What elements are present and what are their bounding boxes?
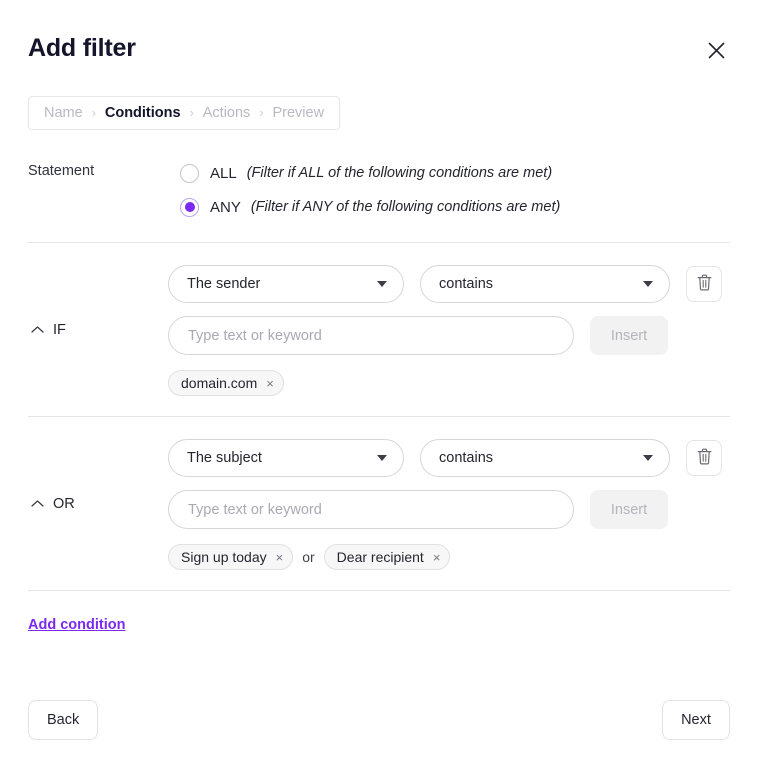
condition-operator-value: contains bbox=[439, 450, 494, 466]
tag-item[interactable]: domain.com × bbox=[168, 370, 284, 396]
breadcrumb: Name › Conditions › Actions › Preview bbox=[28, 96, 341, 130]
condition-operator-select[interactable]: contains bbox=[420, 265, 670, 303]
statement-option-all-label: ALL bbox=[210, 164, 237, 182]
tag-remove-icon[interactable]: × bbox=[276, 551, 284, 564]
condition-value-row: Insert bbox=[168, 490, 730, 529]
condition-tag-list: domain.com × bbox=[168, 370, 730, 396]
breadcrumb-separator: › bbox=[189, 106, 194, 120]
condition-operator-value: contains bbox=[439, 276, 494, 292]
insert-button[interactable]: Insert bbox=[590, 490, 668, 529]
chevron-up-icon[interactable] bbox=[30, 497, 44, 511]
condition-content: The sender contains Type text or keyword… bbox=[168, 265, 730, 396]
statement-label: Statement bbox=[28, 163, 95, 179]
statement-option-any-hint: (Filter if ANY of the following conditio… bbox=[250, 199, 561, 215]
chevron-down-icon bbox=[643, 455, 653, 461]
condition-value-input[interactable] bbox=[168, 490, 574, 529]
condition-keyword-group: OR bbox=[30, 417, 75, 590]
breadcrumb-step-conditions[interactable]: Conditions bbox=[105, 105, 181, 121]
tag-item[interactable]: Dear recipient × bbox=[323, 544, 451, 570]
back-button[interactable]: Back bbox=[28, 700, 99, 740]
page-title: Add filter bbox=[28, 34, 136, 62]
chevron-down-icon bbox=[643, 281, 653, 287]
tag-label: domain.com bbox=[181, 375, 258, 391]
condition-tag-list: Sign up today × or Dear recipient × bbox=[168, 544, 730, 570]
condition-field-select[interactable]: The sender bbox=[168, 265, 404, 303]
breadcrumb-separator: › bbox=[259, 106, 264, 120]
condition-selectors: The sender contains bbox=[168, 265, 730, 303]
statement-section: Statement ALL (Filter if ALL of the foll… bbox=[28, 144, 730, 242]
trash-icon bbox=[697, 448, 712, 468]
condition-field-value: The sender bbox=[187, 276, 261, 292]
statement-option-any-label: ANY bbox=[210, 198, 241, 216]
insert-button[interactable]: Insert bbox=[590, 316, 668, 355]
breadcrumb-separator: › bbox=[91, 106, 96, 120]
divider bbox=[28, 590, 730, 591]
radio-any[interactable] bbox=[180, 197, 199, 217]
statement-option-all-hint: (Filter if ALL of the following conditio… bbox=[246, 165, 553, 181]
tag-label: Sign up today bbox=[181, 549, 267, 565]
condition-field-value: The subject bbox=[187, 450, 262, 466]
chevron-down-icon bbox=[377, 455, 387, 461]
condition-field-select[interactable]: The subject bbox=[168, 439, 404, 477]
add-filter-dialog: Add filter Name › Conditions › Actions ›… bbox=[0, 0, 758, 768]
delete-condition-button[interactable] bbox=[686, 440, 722, 476]
statement-option-any[interactable]: ANY (Filter if ANY of the following cond… bbox=[180, 190, 730, 224]
close-icon[interactable] bbox=[702, 36, 730, 64]
condition-selectors: The subject contains bbox=[168, 439, 730, 477]
condition-row: OR The subject contains Type text or key… bbox=[28, 417, 730, 590]
breadcrumb-step-actions[interactable]: Actions bbox=[203, 105, 251, 121]
condition-operator-select[interactable]: contains bbox=[420, 439, 670, 477]
condition-value-row: Insert bbox=[168, 316, 730, 355]
tag-item[interactable]: Sign up today × bbox=[168, 544, 294, 570]
next-button[interactable]: Next bbox=[662, 700, 730, 740]
dialog-footer: Back Next bbox=[28, 700, 730, 740]
condition-keyword-group: IF bbox=[30, 243, 66, 416]
condition-value-input[interactable] bbox=[168, 316, 574, 355]
dialog-header: Add filter bbox=[28, 0, 730, 96]
condition-keyword: IF bbox=[53, 321, 66, 338]
delete-condition-button[interactable] bbox=[686, 266, 722, 302]
tag-label: Dear recipient bbox=[336, 549, 424, 565]
condition-keyword: OR bbox=[53, 495, 75, 512]
trash-icon bbox=[697, 274, 712, 294]
chevron-down-icon bbox=[377, 281, 387, 287]
tag-joiner: or bbox=[302, 549, 315, 565]
condition-row: IF The sender contains Type text or keyw… bbox=[28, 243, 730, 416]
tag-remove-icon[interactable]: × bbox=[433, 551, 441, 564]
add-condition-link[interactable]: Add condition bbox=[28, 617, 125, 633]
chevron-up-icon[interactable] bbox=[30, 323, 44, 337]
condition-content: The subject contains Type text or keywor… bbox=[168, 439, 730, 570]
tag-remove-icon[interactable]: × bbox=[266, 377, 274, 390]
statement-option-all[interactable]: ALL (Filter if ALL of the following cond… bbox=[180, 156, 730, 190]
radio-all[interactable] bbox=[180, 163, 199, 183]
breadcrumb-step-name[interactable]: Name bbox=[44, 105, 83, 121]
breadcrumb-step-preview[interactable]: Preview bbox=[272, 105, 324, 121]
